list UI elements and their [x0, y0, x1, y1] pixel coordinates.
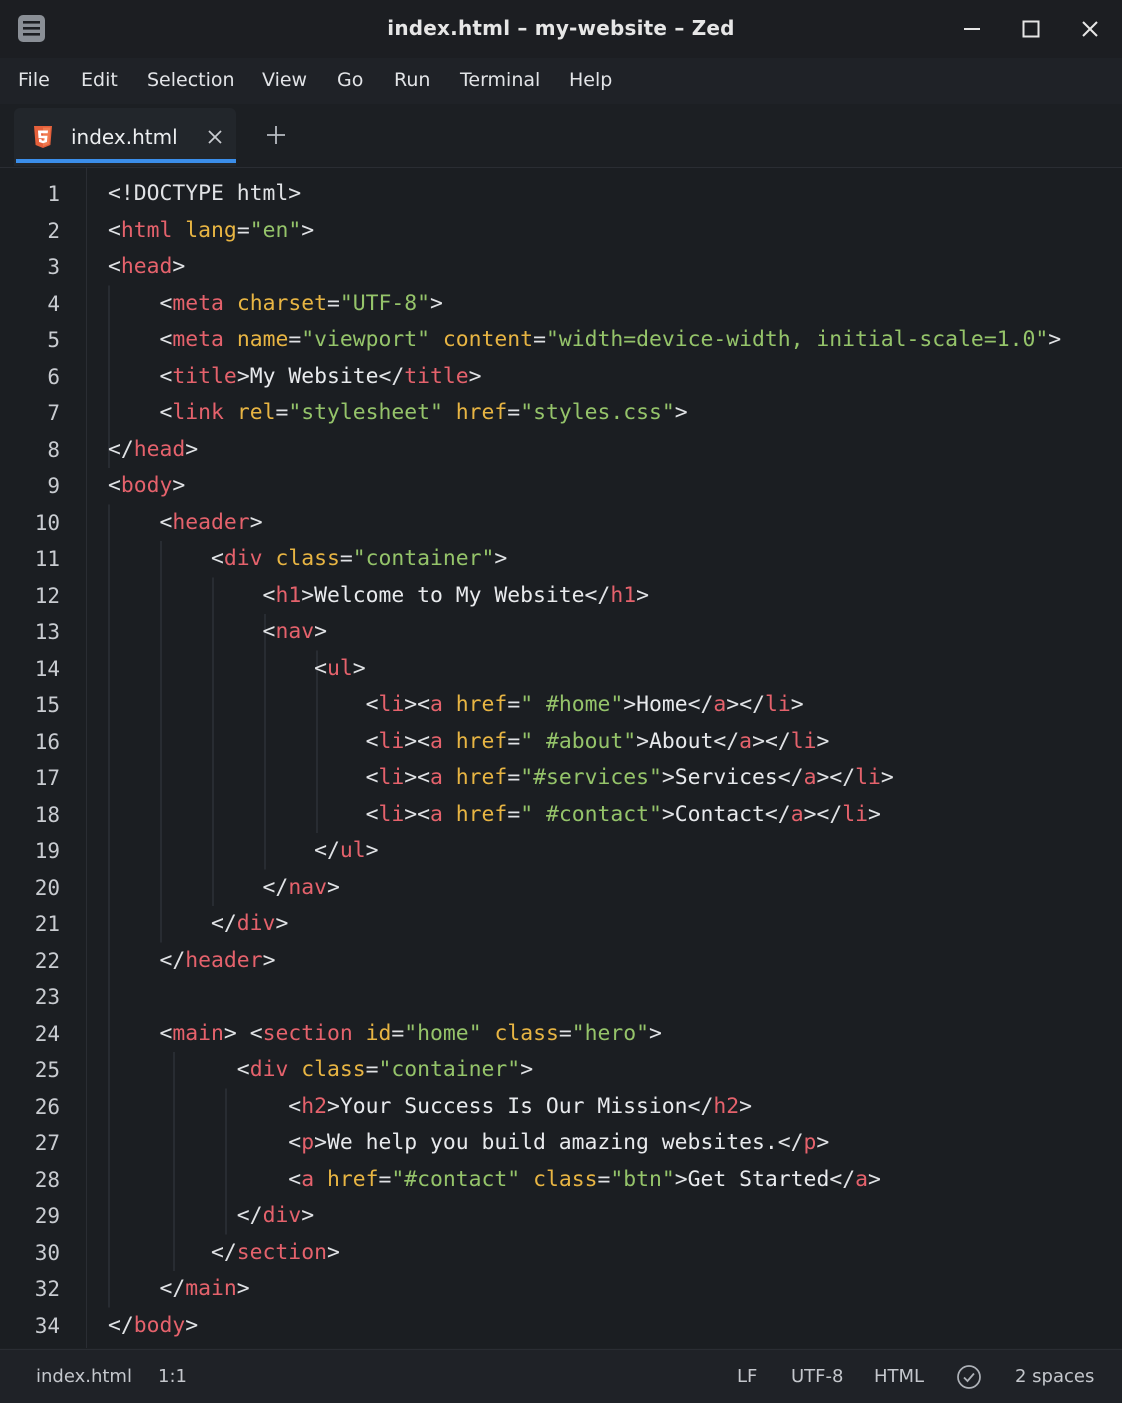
- plus-icon[interactable]: [265, 124, 287, 146]
- menu-file[interactable]: File: [18, 69, 50, 91]
- line-number: 30: [34, 1240, 60, 1265]
- code-line[interactable]: <meta name="viewport" content="width=dev…: [108, 322, 1122, 359]
- line-number: 15: [34, 693, 60, 717]
- code-line[interactable]: <a href="#contact" class="btn">Get Start…: [108, 1162, 1122, 1199]
- code-line[interactable]: </div>: [108, 906, 1122, 943]
- status-encoding[interactable]: UTF-8: [791, 1366, 843, 1387]
- menu-edit[interactable]: Edit: [81, 69, 118, 91]
- line-number: 13: [34, 620, 60, 644]
- status-line-ending[interactable]: LF: [737, 1366, 757, 1387]
- line-number: 11: [34, 547, 60, 571]
- line-number: 16: [34, 729, 60, 754]
- editor-app-icon[interactable]: [17, 14, 46, 43]
- line-number: 19: [34, 839, 60, 863]
- code-line[interactable]: <!DOCTYPE html>: [108, 176, 1122, 213]
- menu-view[interactable]: View: [262, 69, 307, 91]
- code-line[interactable]: <body>: [108, 468, 1122, 505]
- menu-help[interactable]: Help: [569, 69, 612, 91]
- menu-selection[interactable]: Selection: [147, 69, 235, 91]
- line-number: 26: [34, 1094, 60, 1119]
- code-line[interactable]: <div class="container">: [108, 541, 1122, 578]
- menu-run[interactable]: Run: [394, 69, 430, 91]
- line-number: 5: [47, 328, 60, 352]
- code-line[interactable]: <li><a href="#services">Services</a></li…: [108, 760, 1122, 797]
- code-editor[interactable]: 1 2 3 4 5 6 7 8 9 10 11 12 13 14 15 16 17 18 19 20 21 22 23 24 2…: [0, 168, 1122, 1348]
- status-cursor-position[interactable]: 1:1: [158, 1366, 187, 1387]
- html5-file-icon: [33, 125, 53, 149]
- minimize-icon[interactable]: [957, 14, 987, 44]
- line-number: 20: [34, 875, 60, 900]
- title-bar: index.html – my-website – Zed: [0, 0, 1122, 58]
- line-number: 22: [34, 948, 60, 973]
- line-number: 17: [34, 766, 60, 790]
- tab-bar: index.html: [0, 104, 1122, 168]
- line-number: 34: [34, 1313, 60, 1338]
- line-number: 32: [34, 1277, 60, 1301]
- line-number: 4: [47, 291, 60, 316]
- code-line[interactable]: </main>: [108, 1271, 1122, 1308]
- code-line[interactable]: <head>: [108, 249, 1122, 286]
- code-line[interactable]: </section>: [108, 1235, 1122, 1272]
- editor-window: index.html – my-website – Zed File Edit …: [0, 0, 1122, 1403]
- tab-index-html[interactable]: index.html: [14, 108, 236, 166]
- line-number: 29: [34, 1204, 60, 1228]
- line-number: 6: [47, 364, 60, 389]
- code-line[interactable]: <li><a href=" #about">About</a></li>: [108, 724, 1122, 761]
- line-number-gutter: 1 2 3 4 5 6 7 8 9 10 11 12 13 14 15 16 17 18 19 20 21 22 23 24 2…: [0, 168, 87, 1348]
- tab-label: index.html: [71, 125, 178, 149]
- code-line[interactable]: </header>: [108, 943, 1122, 980]
- code-line[interactable]: <html lang="en">: [108, 213, 1122, 250]
- code-area[interactable]: <!DOCTYPE html> <html lang="en"> <head> <m…: [108, 176, 1122, 1344]
- line-number: 9: [47, 474, 60, 498]
- line-numbers: 1 2 3 4 5 6 7 8 9 10 11 12 13 14 15 16 17 18 19 20 21 22 23 24 2…: [0, 176, 60, 1344]
- code-line[interactable]: <meta charset="UTF-8">: [108, 286, 1122, 323]
- line-number: 10: [34, 510, 60, 535]
- code-line[interactable]: <li><a href=" #contact">Contact</a></li>: [108, 797, 1122, 834]
- tab-close-icon[interactable]: [205, 127, 225, 147]
- code-line[interactable]: <h1>Welcome to My Website</h1>: [108, 578, 1122, 615]
- line-number: 23: [34, 985, 60, 1009]
- code-line[interactable]: <title>My Website</title>: [108, 359, 1122, 396]
- code-line[interactable]: </nav>: [108, 870, 1122, 907]
- status-file-name[interactable]: index.html: [36, 1366, 132, 1387]
- window-title: index.html – my-website – Zed: [387, 16, 735, 40]
- line-number: 27: [34, 1131, 60, 1155]
- code-line[interactable]: <h2>Your Success Is Our Mission</h2>: [108, 1089, 1122, 1126]
- code-line[interactable]: <div class="container">: [108, 1052, 1122, 1089]
- close-icon[interactable]: [1075, 14, 1105, 44]
- menu-bar: File Edit Selection View Go Run Terminal…: [0, 58, 1122, 104]
- code-line[interactable]: <ul>: [108, 651, 1122, 688]
- code-line[interactable]: <header>: [108, 505, 1122, 542]
- maximize-icon[interactable]: [1016, 14, 1046, 44]
- line-number: 3: [47, 255, 60, 279]
- line-number: 25: [34, 1058, 60, 1082]
- status-bar: index.html 1:1 LF UTF-8 HTML 2 spaces: [0, 1349, 1122, 1403]
- line-number: 14: [34, 656, 60, 681]
- line-number: 18: [34, 802, 60, 827]
- menu-go[interactable]: Go: [337, 69, 363, 91]
- menu-terminal[interactable]: Terminal: [460, 69, 540, 91]
- code-line[interactable]: </div>: [108, 1198, 1122, 1235]
- code-line[interactable]: <link rel="stylesheet" href="styles.css"…: [108, 395, 1122, 432]
- check-circle-icon[interactable]: [956, 1364, 982, 1390]
- active-tab-indicator: [16, 159, 236, 163]
- line-number: 8: [47, 437, 60, 462]
- line-number: 28: [34, 1167, 60, 1192]
- code-line[interactable]: </head>: [108, 432, 1122, 469]
- status-indentation[interactable]: 2 spaces: [1015, 1366, 1094, 1387]
- code-line[interactable]: <li><a href=" #home">Home</a></li>: [108, 687, 1122, 724]
- status-language[interactable]: HTML: [874, 1366, 924, 1387]
- code-line[interactable]: <nav>: [108, 614, 1122, 651]
- line-number: 2: [47, 218, 60, 243]
- line-number: 7: [47, 401, 60, 425]
- line-number: 1: [47, 182, 60, 206]
- line-number: 12: [34, 583, 60, 608]
- line-number: 24: [34, 1021, 60, 1046]
- code-line[interactable]: </body>: [108, 1308, 1122, 1345]
- code-line[interactable]: <p>We help you build amazing websites.</…: [108, 1125, 1122, 1162]
- code-line[interactable]: [108, 979, 1122, 1016]
- code-line[interactable]: <main> <section id="home" class="hero">: [108, 1016, 1122, 1053]
- code-line[interactable]: </ul>: [108, 833, 1122, 870]
- line-number: 21: [34, 912, 60, 936]
